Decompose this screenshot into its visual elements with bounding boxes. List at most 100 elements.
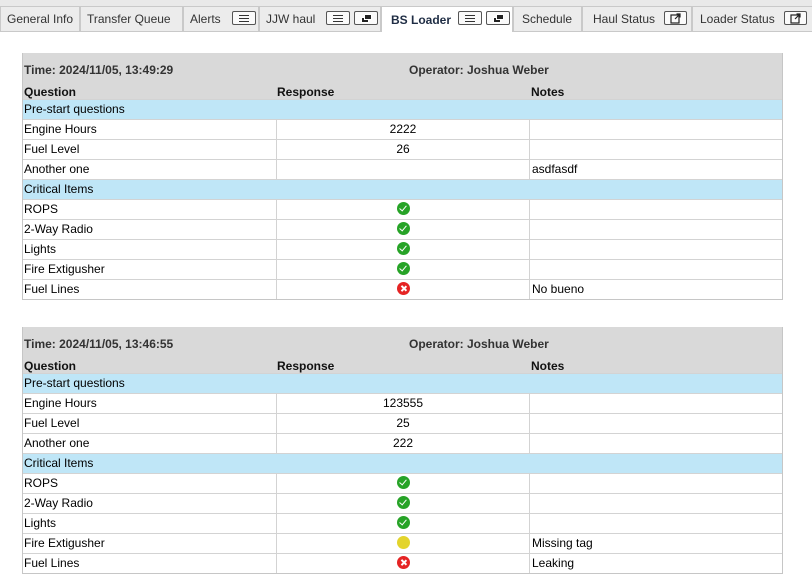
notes-cell [529, 514, 782, 533]
cards-icon [360, 13, 372, 23]
jjw-haul-cards-button[interactable] [354, 11, 378, 25]
response-cell [276, 494, 529, 513]
table-row: 2-Way Radio [23, 219, 782, 239]
inspection-record: Time: 2024/11/05, 13:49:29 Operator: Jos… [22, 53, 783, 300]
fail-x-icon [396, 556, 410, 570]
check-ok-icon [396, 496, 410, 510]
record-operator: Operator: Joshua Weber [409, 337, 549, 351]
bs-loader-list-button[interactable] [458, 11, 482, 25]
question-cell: ROPS [24, 476, 59, 490]
response-cell [276, 220, 529, 239]
warning-dot-icon [396, 536, 410, 550]
notes-cell [529, 260, 782, 279]
list-icon [465, 14, 475, 22]
column-header-response: Response [277, 85, 335, 99]
tab-label: BS Loader [391, 12, 452, 27]
response-cell: 26 [276, 140, 529, 159]
tab-alerts[interactable]: Alerts [183, 6, 259, 31]
question-cell: Another one [24, 436, 90, 450]
question-cell: Another one [24, 162, 90, 176]
response-cell [276, 474, 529, 493]
check-ok-icon [396, 262, 410, 276]
record-header: Time: 2024/11/05, 13:49:29 Operator: Jos… [23, 53, 782, 99]
section-header: Pre-start questions [23, 99, 782, 119]
section-header: Pre-start questions [23, 373, 782, 393]
notes-cell [529, 220, 782, 239]
table-row: Fuel Level 26 [23, 139, 782, 159]
table-row: Another one asdfasdf [23, 159, 782, 179]
question-cell: Engine Hours [24, 122, 97, 136]
tab-loader-status[interactable]: Loader Status [692, 6, 812, 31]
column-header-notes: Notes [531, 359, 565, 373]
check-ok-icon [396, 516, 410, 530]
question-cell: Fuel Lines [24, 556, 80, 570]
table-row: ROPS [23, 199, 782, 219]
table-row: Lights [23, 239, 782, 259]
check-ok-icon [396, 202, 410, 216]
table-row: Fire Extigusher Missing tag [23, 533, 782, 553]
section-header: Critical Items [23, 179, 782, 199]
tab-label: Transfer Queue [87, 12, 171, 26]
notes-cell [529, 474, 782, 493]
tab-haul-status[interactable]: Haul Status [582, 6, 692, 31]
question-cell: 2-Way Radio [24, 496, 93, 510]
bs-loader-cards-button[interactable] [486, 11, 510, 25]
question-cell: Lights [24, 516, 57, 530]
inspection-record: Time: 2024/11/05, 13:46:55 Operator: Jos… [22, 327, 783, 574]
response-cell: 25 [276, 414, 529, 433]
fail-x-icon [396, 282, 410, 296]
notes-cell [529, 434, 782, 453]
question-cell: ROPS [24, 202, 59, 216]
question-cell: Fuel Lines [24, 282, 80, 296]
notes-cell [529, 394, 782, 413]
tab-jjw-haul[interactable]: JJW haul [259, 6, 381, 31]
section-header: Critical Items [23, 453, 782, 473]
loader-status-open-button[interactable] [784, 11, 807, 25]
notes-cell [529, 120, 782, 139]
response-cell: 2222 [276, 120, 529, 139]
table-row: Fuel Lines Leaking [23, 553, 782, 573]
question-cell: Lights [24, 242, 57, 256]
tab-schedule[interactable]: Schedule [513, 6, 582, 31]
response-cell [276, 260, 529, 279]
tab-label: Haul Status [593, 12, 656, 26]
table-row: Fire Extigusher [23, 259, 782, 279]
external-link-icon [790, 12, 801, 24]
tab-bs-loader[interactable]: BS Loader [381, 6, 513, 32]
tab-general-info[interactable]: General Info [0, 6, 80, 31]
tab-label: General Info [7, 12, 74, 26]
column-header-response: Response [277, 359, 335, 373]
notes-cell: Missing tag [529, 534, 782, 553]
haul-status-open-button[interactable] [664, 11, 687, 25]
table-row: 2-Way Radio [23, 493, 782, 513]
response-cell [276, 160, 529, 179]
response-cell [276, 200, 529, 219]
column-header-notes: Notes [531, 85, 565, 99]
tab-label: Schedule [522, 12, 573, 26]
alerts-list-button[interactable] [232, 11, 256, 25]
table-row: Fuel Level 25 [23, 413, 782, 433]
notes-cell [529, 240, 782, 259]
notes-cell [529, 200, 782, 219]
column-header-question: Question [24, 359, 77, 373]
table-row: Fuel Lines No bueno [23, 279, 782, 299]
tab-transfer-queue[interactable]: Transfer Queue [80, 6, 183, 31]
record-operator: Operator: Joshua Weber [409, 63, 549, 77]
external-link-icon [670, 12, 681, 24]
jjw-haul-list-button[interactable] [326, 11, 350, 25]
question-cell: Fuel Level [24, 416, 80, 430]
response-cell [276, 554, 529, 573]
notes-cell [529, 494, 782, 513]
table-row: Engine Hours 2222 [23, 119, 782, 139]
notes-cell [529, 140, 782, 159]
notes-cell: asdfasdf [529, 160, 782, 179]
notes-cell: Leaking [529, 554, 782, 573]
list-icon [333, 14, 343, 22]
response-cell [276, 514, 529, 533]
cards-icon [492, 13, 504, 23]
tab-bar: General Info Transfer Queue Alerts JJW h… [0, 0, 812, 32]
check-ok-icon [396, 242, 410, 256]
table-row: ROPS [23, 473, 782, 493]
check-ok-icon [396, 476, 410, 490]
record-header: Time: 2024/11/05, 13:46:55 Operator: Jos… [23, 327, 782, 373]
